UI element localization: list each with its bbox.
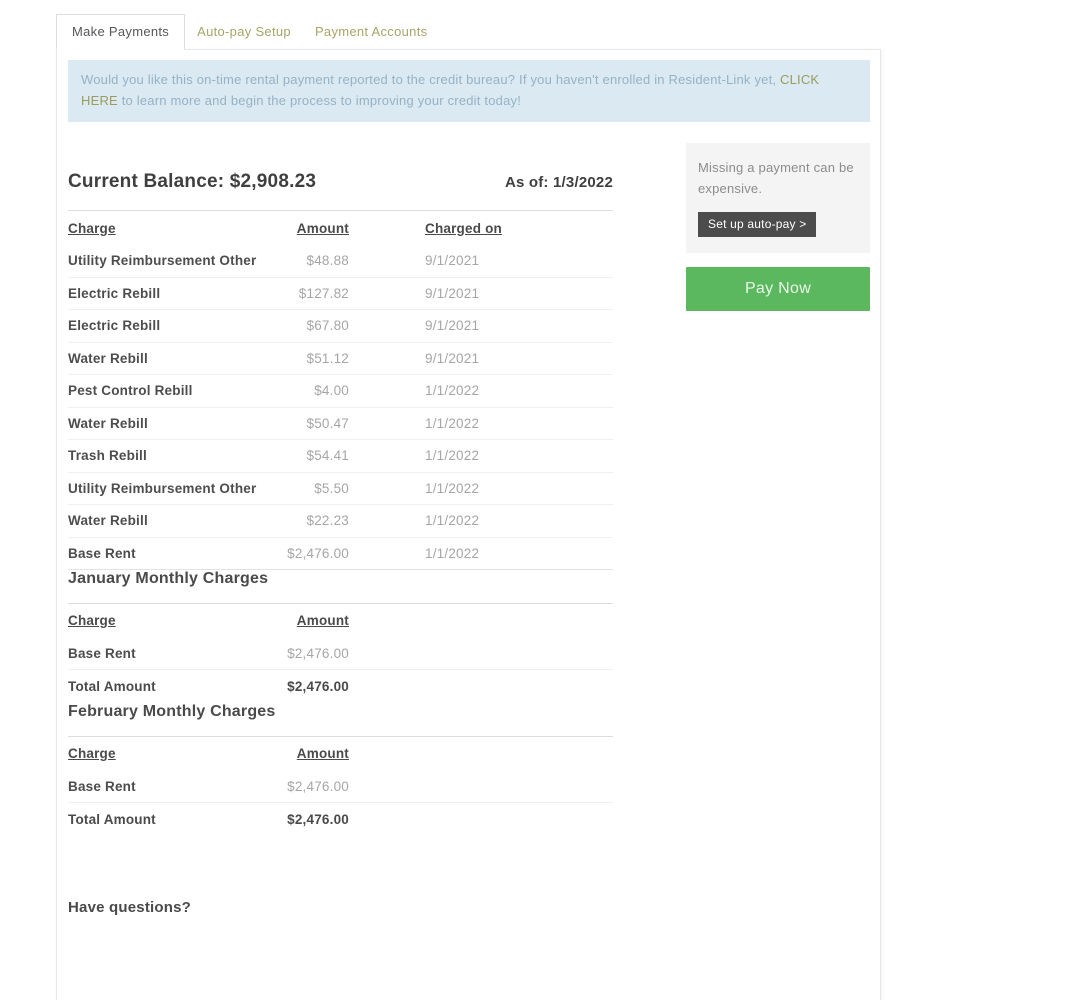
charge-date: 1/1/2022 (425, 513, 480, 529)
charge-amount: $2,476.00 (287, 778, 349, 794)
header-charged-on[interactable]: Charged on (425, 221, 502, 236)
table-row: Electric Rebill $127.82 9/1/2021 (68, 278, 613, 310)
total-row: Total Amount $2,476.00 (68, 670, 613, 703)
balance-table: Charge Amount Charged on Utility Reimbur… (68, 211, 613, 570)
total-amount: $2,476.00 (287, 679, 349, 694)
header-amount[interactable]: Amount (268, 613, 349, 628)
total-label: Total Amount (68, 679, 156, 694)
table-row: Base Rent $2,476.00 (68, 637, 613, 670)
charge-name: Utility Reimbursement Other (68, 480, 257, 496)
content-row: Current Balance: $2,908.23 As of: 1/3/20… (57, 122, 880, 916)
total-label: Total Amount (68, 812, 156, 827)
charge-amount: $5.50 (314, 480, 349, 496)
pay-now-button[interactable]: Pay Now (686, 267, 870, 311)
autopay-promo-box: Missing a payment can be expensive. Set … (686, 143, 870, 253)
monthly-charges-section: February Monthly Charges Charge Amount B… (68, 703, 613, 836)
header-amount[interactable]: Amount (268, 746, 349, 761)
balance-table-body: Utility Reimbursement Other $48.88 9/1/2… (68, 245, 613, 570)
table-row: Electric Rebill $67.80 9/1/2021 (68, 310, 613, 343)
monthly-table-header: Charge Amount (68, 604, 613, 637)
header-charge[interactable]: Charge (68, 613, 268, 628)
charge-amount: $67.80 (306, 318, 349, 334)
charge-date: 9/1/2021 (425, 253, 480, 269)
table-row: Trash Rebill $54.41 1/1/2022 (68, 440, 613, 473)
tab-make-payments[interactable]: Make Payments (56, 14, 186, 50)
table-row: Base Rent $2,476.00 (68, 770, 613, 803)
charge-date: 9/1/2021 (425, 285, 480, 301)
table-row: Pest Control Rebill $4.00 1/1/2022 (68, 375, 613, 408)
charge-name: Trash Rebill (68, 448, 147, 464)
charge-date: 1/1/2022 (425, 383, 480, 399)
monthly-sections: January Monthly Charges Charge Amount Ba… (68, 570, 613, 836)
charge-name: Water Rebill (68, 415, 148, 431)
monthly-section-title: January Monthly Charges (68, 570, 269, 587)
charge-name: Water Rebill (68, 350, 148, 366)
autopay-note: Missing a payment can be expensive. (698, 160, 854, 196)
charge-name: Water Rebill (68, 513, 148, 529)
tab-payment-accounts[interactable]: Payment Accounts (303, 15, 439, 49)
payments-card: Would you like this on-time rental payme… (56, 49, 881, 1000)
charge-date: 1/1/2022 (425, 448, 480, 464)
charge-amount: $127.82 (298, 285, 349, 301)
charge-amount: $54.41 (306, 448, 349, 464)
resident-link-banner: Would you like this on-time rental payme… (68, 60, 870, 122)
banner-text-before: Would you like this on-time rental payme… (81, 72, 781, 87)
charge-date: 1/1/2022 (425, 480, 480, 496)
as-of-date: As of: 1/3/2022 (504, 174, 613, 191)
charge-amount: $50.47 (306, 415, 349, 431)
charge-amount: $4.00 (314, 383, 349, 399)
table-row: Water Rebill $22.23 1/1/2022 (68, 505, 613, 538)
total-amount: $2,476.00 (287, 812, 349, 827)
setup-autopay-button[interactable]: Set up auto-pay > (698, 212, 817, 237)
charge-amount: $48.88 (306, 253, 349, 269)
charge-amount: $2,476.00 (287, 645, 349, 661)
charge-date: 1/1/2022 (425, 415, 480, 431)
header-charge[interactable]: Charge (68, 221, 268, 236)
balance-header: Current Balance: $2,908.23 As of: 1/3/20… (68, 171, 613, 193)
charge-name: Electric Rebill (68, 318, 161, 334)
charge-amount: $2,476.00 (287, 545, 349, 561)
charge-date: 1/1/2022 (425, 545, 480, 561)
charge-name: Base Rent (68, 778, 136, 794)
charges-column: Current Balance: $2,908.23 As of: 1/3/20… (68, 122, 613, 916)
current-balance-title: Current Balance: $2,908.23 (68, 171, 317, 192)
have-questions-heading: Have questions? (68, 899, 192, 916)
balance-table-header: Charge Amount Charged on (68, 211, 613, 245)
sidebar-column: Missing a payment can be expensive. Set … (686, 122, 870, 916)
monthly-section-title: February Monthly Charges (68, 703, 276, 720)
charge-name: Utility Reimbursement Other (68, 253, 257, 269)
charge-name: Base Rent (68, 645, 136, 661)
total-row: Total Amount $2,476.00 (68, 803, 613, 836)
charge-name: Electric Rebill (68, 285, 161, 301)
table-row: Base Rent $2,476.00 1/1/2022 (68, 538, 613, 570)
charge-amount: $51.12 (306, 350, 349, 366)
payments-page: Make Payments Auto-pay Setup Payment Acc… (0, 0, 1079, 1000)
table-row: Utility Reimbursement Other $5.50 1/1/20… (68, 473, 613, 505)
header-charge[interactable]: Charge (68, 746, 268, 761)
table-row: Utility Reimbursement Other $48.88 9/1/2… (68, 245, 613, 278)
tab-auto-pay-setup[interactable]: Auto-pay Setup (185, 15, 303, 49)
charge-name: Pest Control Rebill (68, 383, 193, 399)
header-amount[interactable]: Amount (268, 221, 349, 236)
banner-text-after: to learn more and begin the process to i… (117, 93, 522, 108)
table-row: Water Rebill $51.12 9/1/2021 (68, 343, 613, 375)
monthly-table-header: Charge Amount (68, 737, 613, 770)
tab-bar: Make Payments Auto-pay Setup Payment Acc… (56, 14, 1079, 50)
charge-name: Base Rent (68, 545, 136, 561)
charge-date: 9/1/2021 (425, 318, 480, 334)
monthly-charges-section: January Monthly Charges Charge Amount Ba… (68, 570, 613, 703)
charge-amount: $22.23 (306, 513, 349, 529)
charge-date: 9/1/2021 (425, 350, 480, 366)
table-row: Water Rebill $50.47 1/1/2022 (68, 408, 613, 440)
